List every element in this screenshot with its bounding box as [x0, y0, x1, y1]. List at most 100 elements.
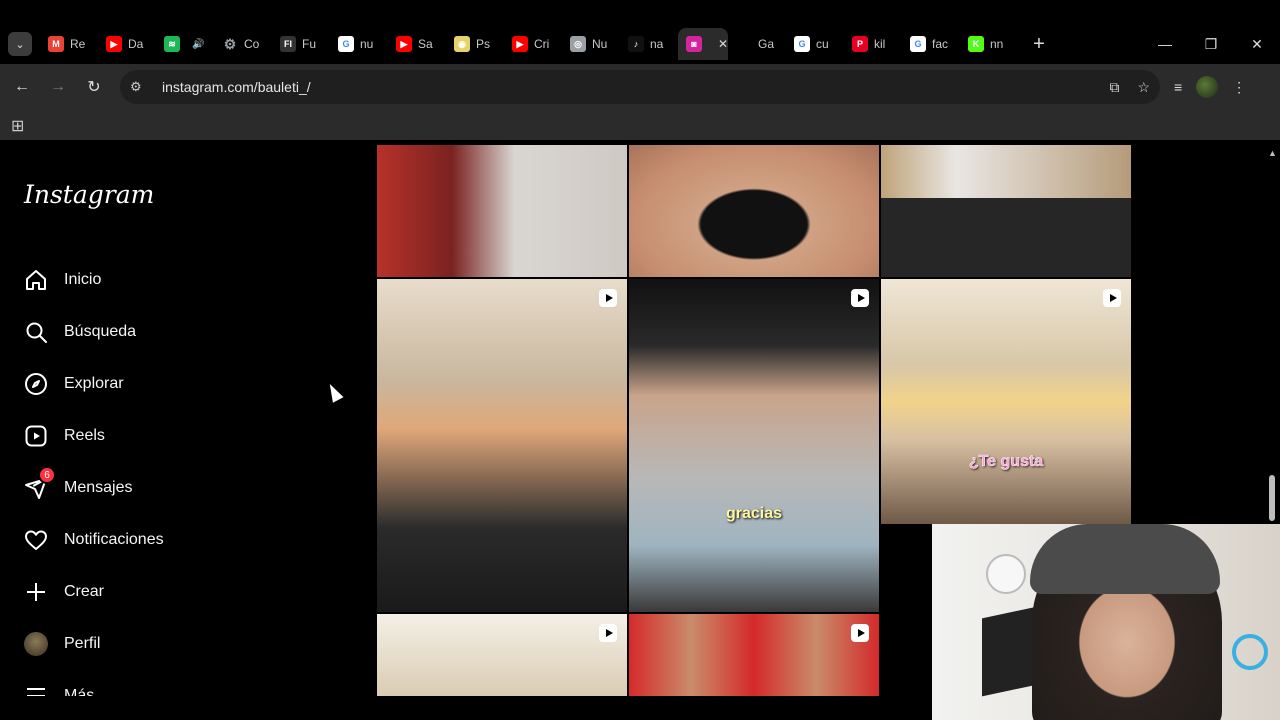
sidebar-item-label: Notificaciones	[64, 531, 164, 548]
gmail-icon: M	[48, 36, 64, 52]
scrollbar-thumb[interactable]	[1269, 475, 1275, 521]
url-field[interactable]: ⚙ instagram.com/bauleti_/ ⧉ ☆	[120, 70, 1160, 104]
menu-kebab-icon[interactable]: ⋮	[1232, 79, 1246, 96]
browser-tab[interactable]: ≋ 🔊	[156, 28, 214, 60]
browser-tab[interactable]: M Re	[40, 28, 98, 60]
browser-tab[interactable]: Gfac	[902, 28, 960, 60]
mouse-cursor	[324, 381, 344, 403]
profile-avatar[interactable]	[1196, 76, 1219, 98]
menu-icon	[27, 688, 45, 696]
sidebar-item-notificaciones[interactable]: Notificaciones	[24, 514, 164, 566]
k-icon: K	[968, 36, 984, 52]
tab-label: Sa	[418, 37, 433, 51]
tab-label: cu	[816, 37, 829, 51]
reel-icon	[851, 624, 869, 642]
chevron-down-icon: ⌄	[8, 32, 32, 56]
bottom-edge	[0, 696, 932, 720]
fan-object	[1232, 634, 1268, 670]
post-tile[interactable]	[881, 145, 1131, 198]
sidebar-item-label: Inicio	[64, 271, 102, 288]
close-tab-icon[interactable]: ✕	[718, 37, 728, 51]
tab-label: nu	[360, 37, 374, 51]
browser-tab[interactable]: ◙ ✕	[678, 28, 728, 60]
browser-tab[interactable]: Knn	[960, 28, 1018, 60]
plus-icon	[27, 583, 45, 601]
forward-button[interactable]: →	[40, 69, 76, 105]
site-info-icon[interactable]: ⚙	[130, 79, 152, 95]
tab-label: Da	[128, 37, 144, 51]
window-controls: — ❐ ✕	[1142, 24, 1280, 64]
sidebar-item-label: Búsqueda	[64, 323, 137, 340]
restore-button[interactable]: ❐	[1188, 24, 1234, 64]
post-tile[interactable]	[377, 279, 627, 612]
sidebar-item-label: Reels	[64, 427, 105, 444]
apps-grid-icon[interactable]: ⊞	[11, 116, 24, 136]
tab-label: Fu	[302, 37, 317, 51]
home-icon	[26, 270, 46, 290]
browser-tab[interactable]: ▶ Da	[98, 28, 156, 60]
tab-search-button[interactable]: ⌄	[0, 24, 40, 64]
browser-tab[interactable]: ♪ na	[620, 28, 678, 60]
browser-tab[interactable]: ◉ Ps	[446, 28, 504, 60]
tab-label: Cri	[534, 37, 550, 51]
tab-label: na	[650, 37, 664, 51]
instagram-logo[interactable]: Instagram	[24, 180, 154, 209]
google-icon: G	[910, 36, 926, 52]
browser-tab[interactable]: ◎ Nu	[562, 28, 620, 60]
close-window-button[interactable]: ✕	[1234, 24, 1280, 64]
sidebar-item-label: Perfil	[64, 635, 101, 652]
reload-button[interactable]: ↻	[76, 69, 112, 105]
post-tile[interactable]	[377, 614, 627, 696]
browser-tab[interactable]: Gcu	[786, 28, 844, 60]
post-caption: gracias	[725, 505, 783, 522]
new-tab-button[interactable]: +	[1024, 33, 1054, 56]
post-tile[interactable]: gracias	[629, 279, 879, 612]
browser-tab[interactable]: Gnu	[330, 28, 388, 60]
bookmarks-bar: ⊞	[0, 110, 1280, 140]
post-tile[interactable]	[377, 145, 627, 277]
wall-clock	[986, 554, 1026, 594]
browser-tab[interactable]: FI Fu	[272, 28, 330, 60]
browser-tab[interactable]: ▶ Sa	[388, 28, 446, 60]
install-app-icon[interactable]: ⧉	[1109, 79, 1119, 96]
media-control-icon[interactable]: ≡	[1174, 79, 1182, 95]
sidebar-item-label: Explorar	[64, 375, 124, 392]
browser-tab[interactable]: Pkil	[844, 28, 902, 60]
reel-icon	[851, 289, 869, 307]
fl-icon: FI	[280, 36, 296, 52]
sidebar-item-reels[interactable]: Reels	[24, 410, 164, 462]
cap	[1030, 524, 1220, 594]
tiktok-icon: ♪	[628, 36, 644, 52]
post-tile[interactable]	[629, 145, 879, 277]
sidebar-item-label: Crear	[64, 583, 105, 600]
ps-icon: ◉	[454, 36, 470, 52]
back-button[interactable]: ←	[4, 69, 40, 105]
browser-tab[interactable]: Ga	[728, 28, 786, 60]
scroll-up-arrow-icon[interactable]: ▲	[1268, 148, 1277, 158]
post-caption: ¿Te gusta	[968, 453, 1044, 471]
post-tile[interactable]	[629, 614, 879, 696]
reel-icon	[599, 624, 617, 642]
audio-playing-icon[interactable]: 🔊	[192, 39, 204, 50]
bookmark-star-icon[interactable]: ☆	[1137, 79, 1150, 96]
settings-icon: ⚙	[223, 35, 237, 52]
sidebar-item-explorar[interactable]: Explorar	[24, 358, 164, 410]
google-icon: G	[794, 36, 810, 52]
chrome-icon: ◎	[570, 36, 586, 52]
sidebar-item-inicio[interactable]: Inicio	[24, 254, 164, 306]
youtube-icon: ▶	[106, 36, 122, 52]
sidebar-item-mensajes[interactable]: 6 Mensajes	[24, 462, 164, 514]
sidebar-item-perfil[interactable]: Perfil	[24, 618, 164, 670]
tab-label: Ga	[758, 37, 775, 51]
post-placeholder	[881, 198, 1131, 277]
browser-tab[interactable]: ⚙ Co	[214, 28, 272, 60]
post-tile[interactable]: ¿Te gusta	[881, 279, 1131, 524]
sidebar-item-mas[interactable]: Más	[24, 670, 164, 696]
sidebar-item-busqueda[interactable]: Búsqueda	[24, 306, 164, 358]
minimize-button[interactable]: —	[1142, 24, 1188, 64]
browser-tab[interactable]: ▶ Cri	[504, 28, 562, 60]
search-icon	[26, 322, 47, 343]
tab-label: kil	[874, 37, 886, 51]
sidebar-item-crear[interactable]: Crear	[24, 566, 164, 618]
unread-badge: 6	[38, 466, 56, 484]
